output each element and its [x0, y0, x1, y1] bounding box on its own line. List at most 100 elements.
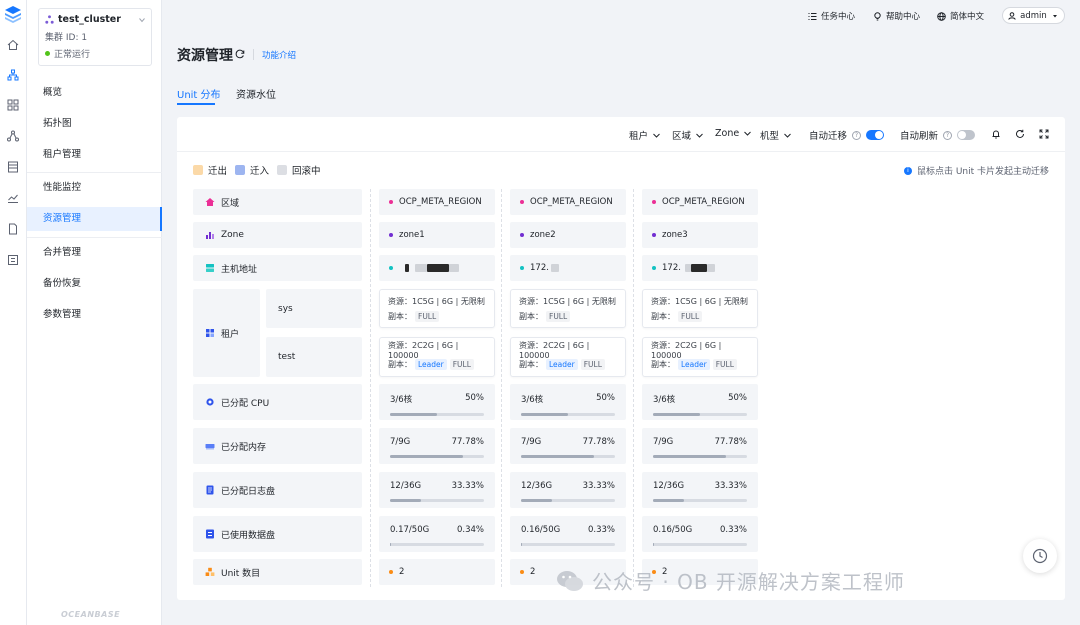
progress-fill [521, 455, 595, 458]
replica-label: 副本： [519, 312, 543, 321]
metric-row: 7/9G 77.78% [390, 437, 484, 447]
tenant-filter[interactable]: 租户 [629, 128, 660, 142]
unit-card-sys[interactable]: 资源：1C5G | 6G | 无限制 副本： FULL [510, 289, 626, 328]
chevron-down-icon[interactable] [139, 17, 145, 23]
metric-value: 7/9G [521, 437, 542, 447]
redacted-ip [449, 264, 459, 272]
column-separator [501, 189, 502, 587]
row-label-text: 主机地址 [221, 264, 258, 275]
help-icon[interactable]: ? [943, 130, 953, 140]
sidebar-item-backup[interactable]: 备份恢复 [27, 272, 162, 296]
sidebar-item-merge[interactable]: 合并管理 [27, 241, 162, 265]
metric-row: 3/6核 50% [653, 393, 747, 405]
reload-icon[interactable] [1015, 129, 1025, 139]
replica-label: 副本： [519, 360, 543, 369]
metric-percent: 33.33% [582, 481, 615, 491]
watermark-text: 公众号 · OB 开源解决方案工程师 [592, 570, 905, 594]
unit-distribution-panel: 租户 区域 Zone 机型 自动迁移 ? 自动刷新 ? 迁出 迁入 回滚中 i … [177, 117, 1065, 600]
unit-zone: zone3 [662, 230, 688, 240]
sidebar-item-topology[interactable]: 拓扑图 [27, 112, 162, 136]
legend-rolling-back: 回滚中 [277, 163, 321, 177]
metric-percent: 77.78% [451, 437, 484, 447]
unit-replica-row: 副本： Leader FULL [519, 357, 617, 372]
tab-unit-distribution[interactable]: Unit 分布 [177, 86, 221, 101]
replica-tag: FULL [678, 311, 703, 322]
sidebar-item-monitoring[interactable]: 性能监控 [27, 176, 162, 200]
tenant-filter-label: 租户 [629, 131, 649, 142]
sidebar-item-tenants[interactable]: 租户管理 [27, 143, 162, 167]
cluster-selector[interactable]: test_cluster 集群 ID: 1 正常运行 [38, 8, 152, 66]
history-button[interactable] [1023, 539, 1057, 573]
progress-bar [521, 455, 615, 458]
unit-card-test[interactable]: 资源：2C2G | 6G | 100000 副本： Leader FULL [379, 337, 495, 377]
language-switch[interactable]: 简体中文 [937, 10, 984, 22]
unit-dot [520, 570, 524, 574]
auto-migrate-switch[interactable] [866, 130, 885, 140]
sidebar-item-overview[interactable]: 概览 [27, 81, 162, 105]
table-icon[interactable] [6, 160, 20, 174]
cluster-id: 集群 ID: 1 [45, 33, 88, 43]
metric-percent: 0.34% [456, 525, 484, 535]
auto-refresh-switch[interactable] [957, 130, 976, 140]
fullscreen-icon[interactable] [1039, 129, 1049, 139]
task-center-link[interactable]: 任务中心 [808, 10, 855, 22]
progress-bar [390, 413, 484, 416]
unit-region: OCP_META_REGION [662, 197, 745, 207]
grid-icon[interactable] [6, 98, 20, 112]
progress-fill [521, 499, 553, 502]
unit-resource: 资源：2C2G | 6G | 100000 [651, 340, 722, 360]
unit-resource-row: 资源：1C5G | 6G | 无限制 [388, 294, 486, 309]
home-icon[interactable] [6, 38, 20, 52]
machine-filter[interactable]: 机型 [760, 128, 791, 142]
progress-fill [390, 499, 422, 502]
refresh-icon[interactable] [235, 49, 245, 59]
metric-row: 3/6核 50% [521, 393, 615, 405]
document-icon[interactable] [6, 222, 20, 236]
unit-card-test[interactable]: 资源：2C2G | 6G | 100000 副本： Leader FULL [510, 337, 626, 377]
metric-row: 7/9G 77.78% [521, 437, 615, 447]
metric-percent: 50% [728, 393, 747, 403]
unit-card-sys[interactable]: 资源：1C5G | 6G | 无限制 副本： FULL [642, 289, 758, 328]
replica-label: 副本： [388, 360, 412, 369]
settings-panel-icon[interactable] [6, 253, 20, 267]
chevron-down-icon [653, 133, 660, 138]
topology-icon[interactable] [6, 129, 20, 143]
cpu-icon [205, 397, 215, 407]
redacted-ip [415, 264, 427, 272]
leader-tag: Leader [415, 359, 447, 370]
user-menu[interactable]: admin [1002, 7, 1065, 24]
unit-region: OCP_META_REGION [530, 197, 613, 207]
unit-card-sys[interactable]: 资源：1C5G | 6G | 无限制 副本： FULL [379, 289, 495, 328]
bulb-icon [874, 11, 881, 20]
row-label-tenant-test: test [266, 337, 362, 377]
zone-filter[interactable]: Zone [715, 128, 752, 139]
unit-count: 2 [530, 567, 536, 577]
metric-row: 12/36G 33.33% [390, 481, 484, 491]
sidebar-item-parameters[interactable]: 参数管理 [27, 303, 162, 327]
unit-replica-row: 副本： FULL [651, 309, 749, 324]
cluster-name-row: test_cluster [45, 14, 145, 25]
help-center-link[interactable]: 帮助中心 [873, 10, 920, 22]
region-dot [652, 200, 656, 204]
legend-swatch [277, 165, 288, 175]
chart-line-icon[interactable] [6, 191, 20, 205]
region-filter[interactable]: 区域 [672, 128, 703, 142]
unit-region-cell: OCP_META_REGION [510, 189, 626, 215]
row-label-zone: Zone [193, 222, 362, 248]
feature-intro-link[interactable]: 功能介绍 [262, 49, 296, 61]
metric-row: 7/9G 77.78% [653, 437, 747, 447]
metric-value: 12/36G [390, 481, 422, 491]
help-icon[interactable]: ? [852, 130, 862, 140]
redacted-ip [690, 264, 707, 272]
cluster-icon[interactable] [6, 68, 20, 82]
switch-knob [875, 131, 884, 139]
tab-resource-watermark[interactable]: 资源水位 [236, 86, 276, 101]
bell-icon[interactable] [991, 129, 1001, 139]
unit-card-test[interactable]: 资源：2C2G | 6G | 100000 副本： Leader FULL [642, 337, 758, 377]
status-dot [45, 51, 50, 56]
memory-usage-cell: 7/9G 77.78% [642, 428, 758, 464]
column-separator [370, 189, 371, 587]
sidebar-item-resources[interactable]: 资源管理 [27, 207, 162, 231]
row-label-cpu: 已分配 CPU [193, 384, 362, 420]
legend-migrate-in: 迁入 [235, 163, 269, 177]
